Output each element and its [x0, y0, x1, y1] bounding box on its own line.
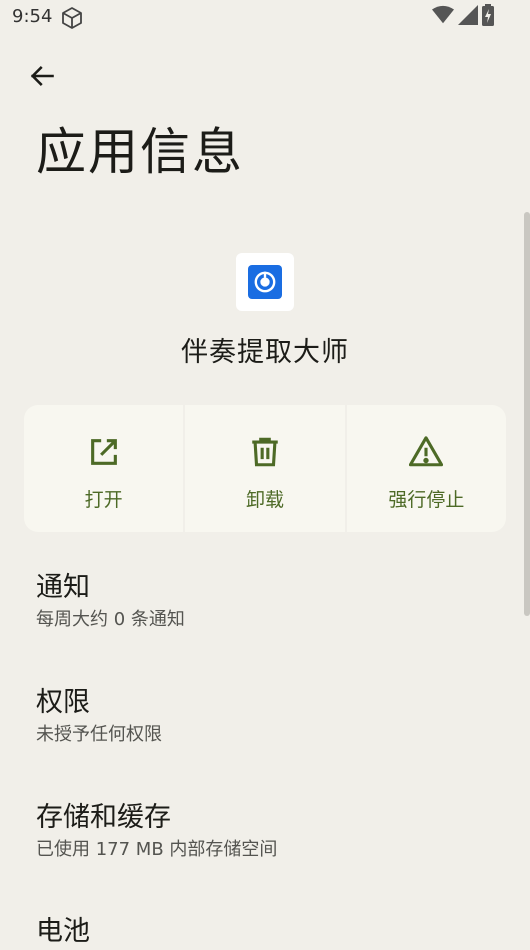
- status-bar: 9:54: [0, 0, 530, 36]
- setting-subtitle: 未授予任何权限: [36, 724, 162, 745]
- trash-icon: [248, 435, 282, 473]
- setting-title: 电池: [36, 916, 90, 947]
- setting-title: 权限: [36, 687, 90, 718]
- app-logo-icon: [248, 265, 282, 299]
- force-stop-button[interactable]: 强行停止: [346, 405, 506, 532]
- open-label: 打开: [84, 489, 123, 511]
- warning-icon: [409, 435, 444, 473]
- open-external-icon: [87, 435, 121, 473]
- setting-subtitle: 已使用 177 MB 内部存储空间: [36, 839, 278, 860]
- signal-icon: [458, 5, 478, 29]
- action-bar: 打开 卸载 强行停止: [24, 405, 506, 532]
- force-stop-label: 强行停止: [388, 489, 465, 511]
- setting-title: 存储和缓存: [36, 802, 171, 833]
- setting-subtitle: 每周大约 0 条通知: [36, 609, 185, 630]
- battery-charging-icon: [482, 4, 494, 30]
- scrollbar[interactable]: [524, 212, 530, 616]
- setting-battery[interactable]: 电池: [36, 914, 496, 950]
- page-title: 应用信息: [36, 123, 244, 181]
- setting-title: 通知: [36, 572, 90, 603]
- uninstall-button[interactable]: 卸载: [185, 405, 345, 532]
- back-button[interactable]: [24, 60, 60, 96]
- setting-notifications[interactable]: 通知 每周大约 0 条通知: [36, 570, 496, 634]
- wifi-icon: [432, 5, 454, 29]
- box-icon: [60, 6, 84, 30]
- uninstall-label: 卸载: [245, 489, 284, 511]
- app-icon: [236, 253, 294, 311]
- setting-permissions[interactable]: 权限 未授予任何权限: [36, 685, 496, 749]
- app-name: 伴奏提取大师: [181, 337, 349, 368]
- setting-storage[interactable]: 存储和缓存 已使用 177 MB 内部存储空间: [36, 800, 496, 864]
- status-time: 9:54: [12, 6, 53, 27]
- arrow-left-icon: [28, 62, 56, 94]
- open-button[interactable]: 打开: [24, 405, 184, 532]
